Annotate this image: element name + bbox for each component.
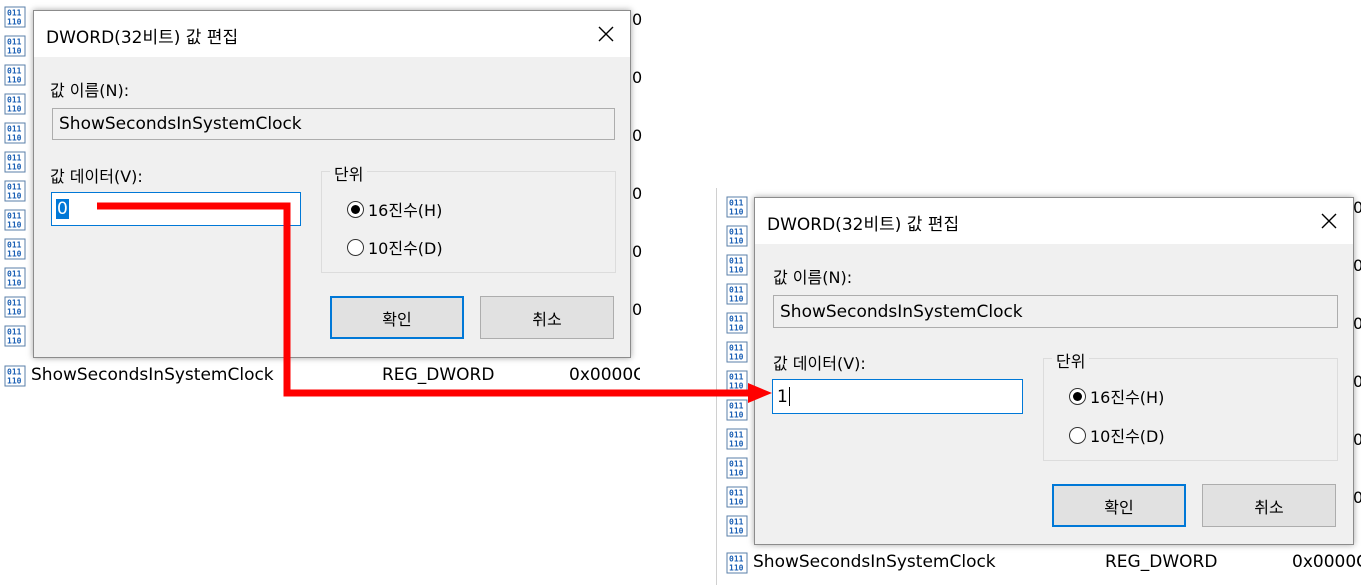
red-arrow-annotation xyxy=(97,202,772,403)
red-arrow-line xyxy=(97,202,750,397)
red-arrow-head xyxy=(748,383,772,403)
